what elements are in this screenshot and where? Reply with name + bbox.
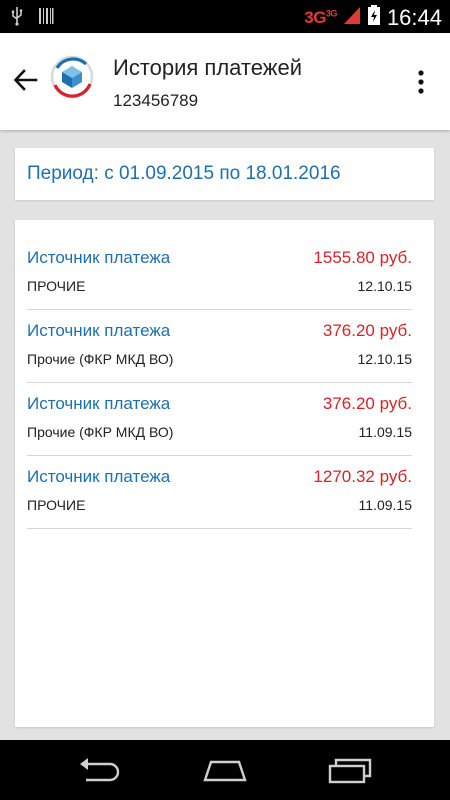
period-card[interactable]: Период: с 01.09.2015 по 18.01.2016	[15, 148, 434, 200]
payment-amount: 376.20 руб.	[322, 394, 412, 413]
payment-date: 11.09.15	[358, 497, 412, 513]
list-item[interactable]: Источник платежа 376.20 руб. Прочие (ФКР…	[27, 311, 412, 383]
payment-date: 12.10.15	[357, 278, 413, 294]
payments-list: Источник платежа 1555.80 руб. ПРОЧИЕ 12.…	[27, 238, 412, 530]
payment-amount: 1270.32 руб.	[313, 467, 412, 486]
nav-bar	[0, 740, 450, 800]
payments-card: Источник платежа 1555.80 руб. ПРОЧИЕ 12.…	[15, 220, 434, 727]
payment-source-label: Источник платежа	[27, 248, 171, 267]
back-arrow-icon[interactable]	[12, 66, 40, 94]
more-vert-icon[interactable]	[416, 69, 426, 95]
usb-icon	[10, 6, 24, 31]
payment-source-label: Источник платежа	[27, 467, 171, 486]
recents-nav-icon[interactable]	[326, 754, 374, 786]
status-bar: 3G3G 16:44	[0, 0, 450, 33]
payment-amount: 1555.80 руб.	[313, 248, 412, 267]
period-text: Период: с 01.09.2015 по 18.01.2016	[27, 163, 341, 184]
payment-date: 12.10.15	[357, 351, 413, 367]
app-bar: История платежей 123456789	[0, 33, 450, 130]
battery-charging-icon	[367, 4, 381, 31]
list-item[interactable]: Источник платежа 376.20 руб. Прочие (ФКР…	[27, 384, 412, 456]
payment-category: ПРОЧИЕ	[27, 278, 86, 294]
page-title: История платежей	[113, 55, 302, 80]
home-nav-icon[interactable]	[201, 754, 249, 786]
payment-category: ПРОЧИЕ	[27, 497, 86, 513]
payment-date: 11.09.15	[358, 424, 412, 440]
payment-category: Прочие (ФКР МКД ВО)	[27, 424, 174, 440]
payment-amount: 376.20 руб.	[322, 321, 412, 340]
barcode-icon	[38, 7, 54, 30]
clock: 16:44	[386, 4, 442, 30]
account-number: 123456789	[113, 91, 199, 110]
payment-category: Прочие (ФКР МКД ВО)	[27, 351, 174, 367]
signal-icon	[343, 5, 361, 30]
app-logo-icon	[50, 55, 94, 99]
network-type: 3G3G	[304, 7, 337, 27]
back-nav-icon[interactable]	[76, 754, 124, 786]
payment-source-label: Источник платежа	[27, 394, 171, 413]
list-item[interactable]: Источник платежа 1555.80 руб. ПРОЧИЕ 12.…	[27, 238, 412, 310]
list-item[interactable]: Источник платежа 1270.32 руб. ПРОЧИЕ 11.…	[27, 457, 412, 529]
payment-source-label: Источник платежа	[27, 321, 171, 340]
